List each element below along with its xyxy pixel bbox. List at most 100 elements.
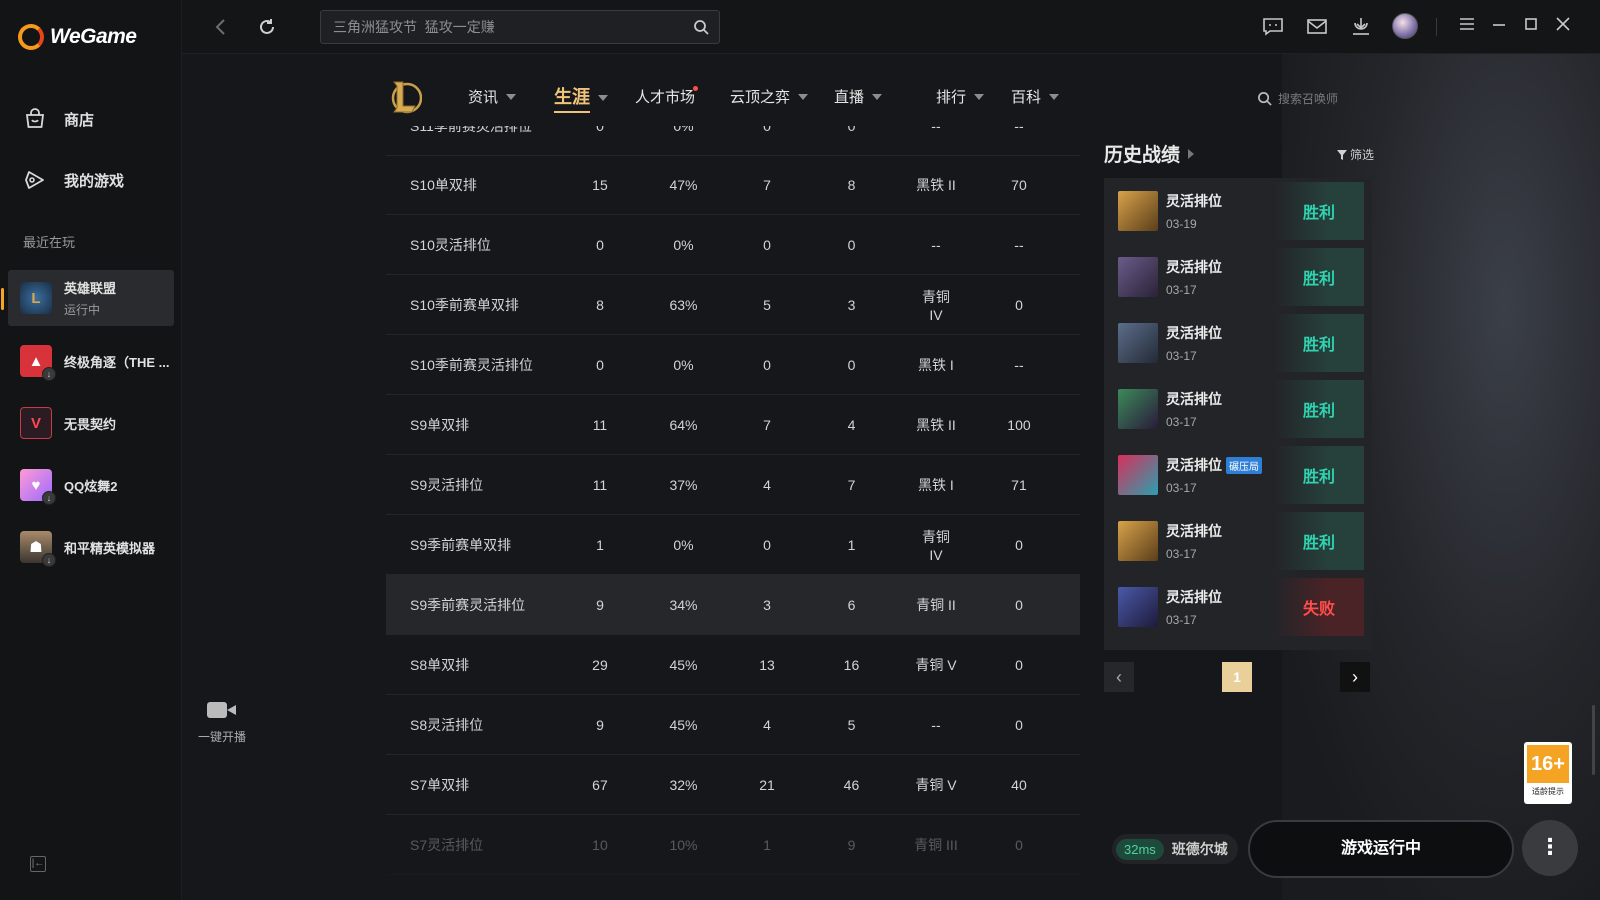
match-result: 胜利 (1274, 512, 1364, 570)
the-finals-game-icon: ▲ ↓ (20, 345, 56, 381)
server-name: 班德尔城 (1171, 841, 1228, 857)
match-history-panel: 历史战绩 筛选 灵活排位 03-19 胜利 灵活排位 03-17 胜利 灵活排位… (1104, 132, 1374, 772)
game-item-qq-dance[interactable]: ♥ ↓ QQ炫舞2 (8, 457, 174, 513)
table-row[interactable]: S7灵活排位 10 10% 1 9 青铜 III 0 (386, 815, 1080, 875)
table-row[interactable]: S10灵活排位 0 0% 0 0 -- -- (386, 215, 1080, 275)
game-name: 终极角逐（THE ... (64, 354, 170, 370)
match-item[interactable]: 灵活排位 03-17 失败 (1108, 578, 1364, 636)
champion-avatar (1118, 455, 1158, 495)
table-row[interactable]: S8单双排 29 45% 13 16 青铜 V0 (386, 635, 1080, 695)
qq-dance-game-icon: ♥ ↓ (20, 469, 56, 505)
table-row[interactable]: S9单双排 11 64% 7 4 黑铁 II 100 (386, 395, 1080, 455)
chevron-down-icon (872, 93, 883, 100)
chat-icon[interactable] (1260, 14, 1286, 40)
nav-store[interactable]: 商店 (22, 106, 94, 132)
tab-talent-market[interactable]: 人才市场 (635, 86, 708, 107)
stomp-badge: 碾压局 (1226, 456, 1262, 474)
summoner-search-placeholder: 搜索召唤师 (1278, 92, 1339, 106)
filter-button[interactable]: 筛选 (1336, 146, 1374, 163)
table-row[interactable]: S10季前赛单双排 8 63% 5 3 青铜 IV 0 (386, 275, 1080, 335)
summoner-search[interactable]: 搜索召唤师 (1257, 90, 1338, 107)
wegame-logo[interactable]: WeGame (18, 24, 137, 50)
maximize-icon[interactable] (1518, 14, 1544, 40)
game-item-valorant[interactable]: V 无畏契约 (8, 395, 174, 451)
wegame-logo-icon (18, 24, 44, 50)
lol-game-icon: L (20, 282, 52, 314)
season-record-table: S11季前赛灵活排位00%00---- S10单双排1547%78黑铁 II70… (386, 126, 1080, 900)
tab-career[interactable]: 生涯 (554, 83, 608, 113)
next-page-icon[interactable]: › (1340, 662, 1370, 692)
table-row[interactable]: S9灵活排位 11 37% 4 7 黑铁 I 71 (386, 455, 1080, 515)
lol-nav: 资讯 生涯 人才市场 云顶之弈 直播 排行 百科 (382, 74, 1382, 120)
tab-tft[interactable]: 云顶之弈 (730, 86, 809, 107)
download-icon: ↓ (42, 491, 56, 505)
match-result: 胜利 (1274, 182, 1364, 240)
notification-dot (693, 86, 699, 91)
search-icon[interactable] (693, 19, 709, 40)
table-row[interactable]: S11季前赛灵活排位00%00---- (386, 126, 1080, 156)
match-item[interactable]: 灵活排位 03-17 胜利 (1108, 512, 1364, 570)
server-status[interactable]: 32ms 班德尔城 (1112, 834, 1238, 864)
table-row[interactable]: S8灵活排位 9 45% 4 5 -- 0 (386, 695, 1080, 755)
top-bar (182, 0, 1600, 54)
store-icon (22, 106, 48, 132)
back-icon[interactable] (208, 14, 234, 40)
match-item[interactable]: 灵活排位 03-19 胜利 (1108, 182, 1364, 240)
table-row-hovered[interactable]: S9季前赛灵活排位 9 34% 3 6 青铜 II 0 (386, 575, 1080, 635)
table-row[interactable]: S9季前赛单双排 1 0% 0 1 青铜 IV 0 (386, 515, 1080, 575)
game-running-button[interactable]: 游戏运行中 (1248, 820, 1514, 878)
close-icon[interactable] (1550, 14, 1576, 40)
stream-label: 一键开播 (197, 730, 246, 744)
user-avatar[interactable] (1392, 13, 1418, 39)
game-name: 无畏契约 (64, 416, 117, 432)
menu-icon[interactable] (1454, 14, 1480, 40)
game-item-the-finals[interactable]: ▲ ↓ 终极角逐（THE ... (8, 333, 174, 389)
table-row[interactable]: S7单双排 67 32% 21 46 青铜 V 40 (386, 755, 1080, 815)
gamepad-icon (22, 167, 48, 193)
age-rating-badge[interactable]: 16+ 适龄提示 (1524, 742, 1572, 804)
match-item[interactable]: 灵活排位 碾压局 03-17 胜利 (1108, 446, 1364, 504)
ping-value: 32ms (1116, 838, 1164, 860)
match-list: 灵活排位 03-19 胜利 灵活排位 03-17 胜利 灵活排位 03-17 胜利 灵… (1104, 178, 1372, 650)
nav-my-games[interactable]: 我的游戏 (22, 167, 124, 193)
one-click-stream-button[interactable]: 一键开播 (192, 700, 252, 745)
age-rating: 16+ (1527, 745, 1569, 783)
champion-avatar (1118, 587, 1158, 627)
table-row[interactable]: S10单双排 15 47% 7 8 黑铁 II 70 (386, 155, 1080, 215)
tab-live[interactable]: 直播 (834, 86, 883, 107)
sidebar: WeGame 商店 我的游戏 最近在玩 L 英雄联盟 运行中 ▲ ↓ 终极角逐（T… (0, 0, 182, 900)
global-search[interactable] (320, 10, 720, 44)
match-result: 胜利 (1274, 248, 1364, 306)
tab-wiki[interactable]: 百科 (1011, 86, 1060, 107)
match-item[interactable]: 灵活排位 03-17 胜利 (1108, 314, 1364, 372)
scrollbar[interactable] (1592, 705, 1595, 775)
match-result: 胜利 (1274, 380, 1364, 438)
collapse-sidebar-icon[interactable]: |← (30, 856, 46, 872)
game-name: 英雄联盟 (64, 281, 117, 296)
game-item-peace-elite[interactable]: ☗ ↓ 和平精英模拟器 (8, 519, 174, 575)
table-row[interactable]: S10季前赛灵活排位 0 0% 0 0 黑铁 I -- (386, 335, 1080, 395)
game-name: QQ炫舞2 (64, 478, 118, 494)
mail-icon[interactable] (1304, 14, 1330, 40)
champion-avatar (1118, 521, 1158, 561)
more-options-icon[interactable]: ⋮ (1522, 820, 1578, 876)
current-page[interactable]: 1 (1222, 662, 1252, 692)
prev-page-icon[interactable]: ‹ (1104, 662, 1134, 692)
tab-news[interactable]: 资讯 (468, 86, 517, 107)
game-item-lol[interactable]: L 英雄联盟 运行中 (1, 270, 174, 326)
chevron-down-icon (974, 93, 985, 100)
match-item[interactable]: 灵活排位 03-17 胜利 (1108, 248, 1364, 306)
tab-ranking[interactable]: 排行 (936, 86, 985, 107)
search-icon (1258, 92, 1272, 106)
filter-icon (1336, 149, 1347, 160)
download-icon: ↓ (42, 553, 56, 567)
chevron-right-icon (1188, 148, 1195, 159)
match-item[interactable]: 灵活排位 03-17 胜利 (1108, 380, 1364, 438)
minimize-icon[interactable] (1486, 14, 1512, 40)
download-icon: ↓ (42, 367, 56, 381)
download-manager-icon[interactable] (1348, 14, 1374, 40)
refresh-icon[interactable] (254, 14, 280, 40)
lol-logo-icon[interactable] (388, 76, 422, 116)
search-input[interactable] (333, 11, 683, 43)
history-title[interactable]: 历史战绩 (1104, 140, 1195, 167)
